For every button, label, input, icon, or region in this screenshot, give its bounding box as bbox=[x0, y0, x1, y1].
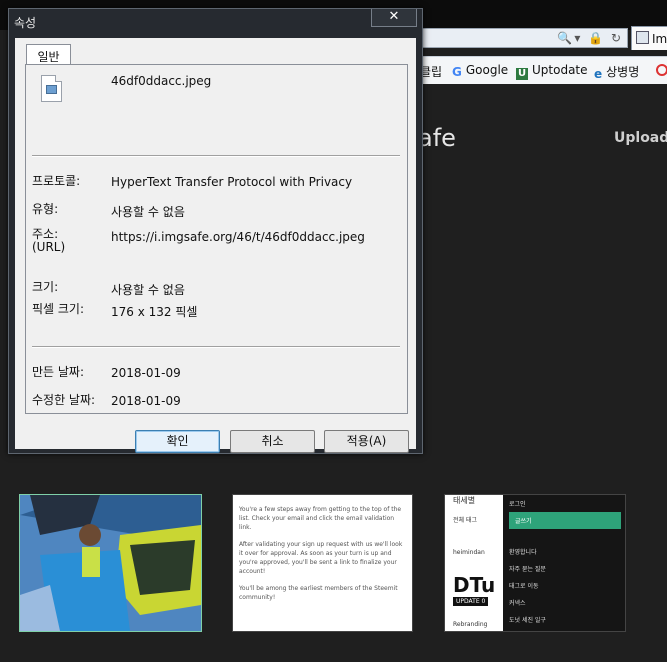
dialog-title: 속성 bbox=[14, 16, 37, 30]
created-label: 만든 날짜: bbox=[32, 365, 85, 379]
modified-label: 수정한 날짜: bbox=[32, 393, 96, 407]
address-label-url: (URL) bbox=[32, 240, 66, 254]
favorite-item-more[interactable] bbox=[656, 63, 667, 77]
browser-tab-label: Im bbox=[652, 32, 667, 46]
created-value: 2018-01-09 bbox=[111, 366, 181, 380]
thumb-menu: 로그인 글쓰기 환영합니다 자주 묻는 질문 태그로 이동 커넥스 도넛 세진 … bbox=[503, 495, 625, 631]
image-file-icon bbox=[41, 75, 62, 102]
thumb-paragraph: You're a few steps away from getting to … bbox=[239, 506, 402, 531]
google-icon: G bbox=[452, 65, 462, 79]
address-bar-icons[interactable]: 🔍▾ 🔒 ↻ bbox=[557, 31, 623, 45]
favorite-label: Uptodate bbox=[532, 63, 588, 77]
favorite-item-sangbyeong[interactable]: e 상병명 bbox=[594, 63, 640, 81]
thumb-menu-item: 글쓰기 bbox=[509, 512, 621, 529]
favorite-item-google[interactable]: G Google bbox=[452, 63, 509, 79]
thumb-search: 전체 태그 bbox=[453, 517, 477, 524]
thumb-user: heimindan bbox=[453, 549, 485, 556]
divider bbox=[32, 346, 400, 348]
thumb-paragraph: You'll be among the earliest members of … bbox=[239, 585, 398, 601]
thumb-logo: DTu bbox=[453, 573, 496, 597]
favorite-label: Google bbox=[465, 63, 509, 77]
upload-link[interactable]: Upload bbox=[614, 130, 667, 146]
size-value: 사용할 수 없음 bbox=[111, 283, 185, 297]
pixel-size-label: 픽셀 크기: bbox=[32, 302, 85, 316]
page-icon bbox=[636, 31, 649, 44]
thumb-left-pane: 태세별 전체 태그 heimindan Rebranding bbox=[445, 495, 503, 631]
thumb-menu-item: 도넛 세진 일구 bbox=[509, 617, 546, 624]
size-label: 크기: bbox=[32, 280, 59, 294]
thumb-title: 태세별 bbox=[453, 496, 476, 505]
site-title: afe bbox=[418, 124, 456, 152]
thumb-menu-item: 태그로 이동 bbox=[509, 583, 539, 590]
favorites-bar: 클립 G Google U Uptodate e 상병명 bbox=[420, 56, 667, 84]
type-label: 유형: bbox=[32, 202, 59, 216]
thumb-menu-item: 커넥스 bbox=[509, 600, 526, 607]
ie-icon: e bbox=[594, 67, 603, 81]
type-value: 사용할 수 없음 bbox=[111, 205, 185, 219]
protocol-value: HyperText Transfer Protocol with Privacy bbox=[111, 175, 353, 189]
file-name: 46df0ddacc.jpeg bbox=[111, 74, 212, 88]
address-value: https://i.imgsafe.org/46/t/46df0ddacc.jp… bbox=[111, 230, 365, 244]
browser-tab[interactable]: Im bbox=[631, 26, 667, 50]
divider bbox=[32, 155, 400, 157]
favorite-item-uptodate[interactable]: U Uptodate bbox=[516, 63, 588, 80]
dialog-client: 일반 46df0ddacc.jpeg 프로토콜: HyperText Trans… bbox=[15, 38, 416, 453]
thumbnail-steemit-menu[interactable]: 태세별 전체 태그 heimindan Rebranding DTu UPDAT… bbox=[444, 494, 626, 632]
thumb-menu-item: 로그인 bbox=[509, 501, 526, 508]
favorite-label: 클립 bbox=[420, 65, 443, 79]
protocol-label: 프로토콜: bbox=[32, 174, 81, 188]
cancel-button[interactable]: 취소 bbox=[230, 430, 315, 453]
favorite-item-0[interactable]: 클립 bbox=[420, 63, 442, 80]
favorite-label: 상병명 bbox=[606, 65, 640, 79]
thumb-paragraph: After validating your sign up request wi… bbox=[239, 541, 403, 575]
modified-value: 2018-01-09 bbox=[111, 394, 181, 408]
pixel-size-value: 176 x 132 픽셀 bbox=[111, 305, 198, 319]
shoes-photo bbox=[20, 495, 201, 631]
properties-dialog: 속성 ✕ 일반 46df0ddacc.jpeg 프로토콜: HyperText … bbox=[8, 8, 423, 454]
thumbnail-email-text[interactable]: You're a few steps away from getting to … bbox=[232, 494, 413, 632]
thumb-menu-item: 자주 묻는 질문 bbox=[509, 566, 546, 573]
thumb-menu-item: 환영합니다 bbox=[509, 549, 537, 556]
apply-button[interactable]: 적용(A) bbox=[324, 430, 409, 453]
general-panel: 46df0ddacc.jpeg 프로토콜: HyperText Transfer… bbox=[25, 64, 408, 414]
circle-icon bbox=[656, 64, 667, 76]
tab-general[interactable]: 일반 bbox=[26, 44, 71, 65]
uptodate-icon: U bbox=[516, 68, 528, 80]
thumb-update: UPDATE 0 bbox=[453, 597, 489, 606]
thumb-footer: Rebranding bbox=[453, 621, 488, 628]
close-button[interactable]: ✕ bbox=[371, 9, 417, 27]
address-bar[interactable]: 🔍▾ 🔒 ↻ bbox=[420, 28, 628, 48]
thumbnail-shoes[interactable] bbox=[19, 494, 202, 632]
ok-button[interactable]: 확인 bbox=[135, 430, 220, 453]
